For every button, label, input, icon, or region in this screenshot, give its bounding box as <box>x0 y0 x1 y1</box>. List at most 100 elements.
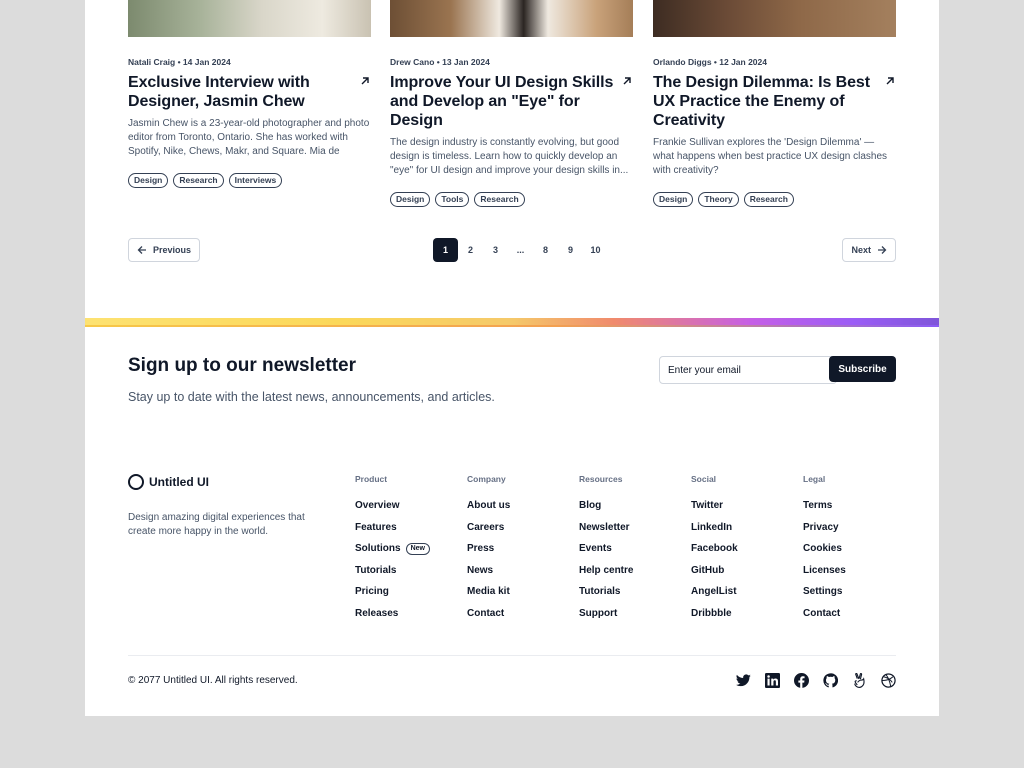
footer-link[interactable]: Careers <box>467 517 567 539</box>
logo[interactable]: Untitled UI <box>128 474 209 490</box>
blog-card[interactable]: Natali Craig • 14 Jan 2024 Exclusive Int… <box>128 0 371 188</box>
footer-link[interactable]: Tutorials <box>355 560 455 582</box>
page: Natali Craig • 14 Jan 2024 Exclusive Int… <box>85 0 939 716</box>
footer-link[interactable]: Releases <box>355 603 455 625</box>
logo-mark-icon <box>128 474 144 490</box>
email-input[interactable] <box>659 356 837 384</box>
previous-label: Previous <box>153 245 192 255</box>
footer-column-social: Social Twitter LinkedIn Facebook GitHub … <box>691 474 791 624</box>
card-meta: Drew Cano • 13 Jan 2024 <box>390 57 490 67</box>
subscribe-button[interactable]: Subscribe <box>829 356 896 382</box>
page-number[interactable]: 2 <box>458 238 483 262</box>
page-number[interactable]: 10 <box>583 238 608 262</box>
tag[interactable]: Research <box>743 192 794 207</box>
column-heading: Resources <box>579 474 623 484</box>
link-label: Contact <box>803 607 841 619</box>
tag[interactable]: Design <box>390 192 431 207</box>
footer-link[interactable]: Support <box>579 603 679 625</box>
footer-link[interactable]: Overview <box>355 495 455 517</box>
next-label: Next <box>851 245 871 255</box>
link-label: Dribbble <box>691 607 732 619</box>
footer-link[interactable]: Help centre <box>579 560 679 582</box>
footer-link[interactable]: GitHub <box>691 560 791 582</box>
footer-link[interactable]: Licenses <box>803 560 903 582</box>
footer-link[interactable]: Settings <box>803 581 903 603</box>
footer-link[interactable]: Tutorials <box>579 581 679 603</box>
footer-link[interactable]: Pricing <box>355 581 455 603</box>
blog-cards: Natali Craig • 14 Jan 2024 Exclusive Int… <box>128 0 896 207</box>
card-tags: Design Theory Research <box>653 192 896 207</box>
footer-link[interactable]: Media kit <box>467 581 567 603</box>
footer-link[interactable]: About us <box>467 495 567 517</box>
next-button[interactable]: Next <box>842 238 896 262</box>
footer-link[interactable]: Features <box>355 517 455 539</box>
footer-link[interactable]: LinkedIn <box>691 517 791 539</box>
link-label: GitHub <box>691 564 725 576</box>
card-title[interactable]: Improve Your UI Design Skills and Develo… <box>390 73 615 130</box>
card-image[interactable] <box>128 0 371 37</box>
linkedin-icon[interactable] <box>765 673 780 688</box>
page-number-current[interactable]: 1 <box>433 238 458 262</box>
page-number[interactable]: 9 <box>558 238 583 262</box>
arrow-left-icon <box>137 246 146 254</box>
footer-link[interactable]: Facebook <box>691 538 791 560</box>
footer-link[interactable]: News <box>467 560 567 582</box>
link-label: LinkedIn <box>691 521 733 533</box>
footer-link[interactable]: Newsletter <box>579 517 679 539</box>
arrow-up-right-icon[interactable] <box>884 75 896 87</box>
facebook-icon[interactable] <box>794 673 809 688</box>
arrow-up-right-icon[interactable] <box>621 75 633 87</box>
footer-column-product: Product Overview Features Solutions New T… <box>355 474 455 624</box>
tag[interactable]: Design <box>128 173 169 188</box>
tag[interactable]: Tools <box>435 192 470 207</box>
link-label: Media kit <box>467 586 510 598</box>
link-label: Solutions <box>355 543 401 555</box>
copyright: © 2077 Untitled UI. All rights reserved. <box>128 675 298 686</box>
card-image[interactable] <box>653 0 896 37</box>
page-number[interactable]: 8 <box>533 238 558 262</box>
twitter-icon[interactable] <box>736 673 751 688</box>
footer-link[interactable]: Contact <box>803 603 903 625</box>
footer-link[interactable]: Events <box>579 538 679 560</box>
link-label: Releases <box>355 607 399 619</box>
link-label: Features <box>355 521 397 533</box>
footer-link[interactable]: Contact <box>467 603 567 625</box>
footer-link[interactable]: Dribbble <box>691 603 791 625</box>
blog-card[interactable]: Orlando Diggs • 12 Jan 2024 The Design D… <box>653 0 896 207</box>
card-image[interactable] <box>390 0 633 37</box>
footer-column-resources: Resources Blog Newsletter Events Help ce… <box>579 474 679 624</box>
footer-link[interactable]: Press <box>467 538 567 560</box>
footer-link[interactable]: AngelList <box>691 581 791 603</box>
blog-card[interactable]: Drew Cano • 13 Jan 2024 Improve Your UI … <box>390 0 633 207</box>
tag[interactable]: Design <box>653 192 694 207</box>
gradient-divider <box>85 318 939 327</box>
column-heading: Legal <box>803 474 826 484</box>
page-ellipsis: ... <box>516 245 525 255</box>
tag[interactable]: Theory <box>698 192 739 207</box>
new-badge: New <box>405 542 430 555</box>
card-description: Frankie Sullivan explores the 'Design Di… <box>653 137 888 176</box>
tag[interactable]: Research <box>173 173 224 188</box>
dribbble-icon[interactable] <box>881 673 896 688</box>
footer-link[interactable]: Solutions New <box>355 538 455 560</box>
footer-link[interactable]: Cookies <box>803 538 903 560</box>
link-label: Events <box>579 543 612 555</box>
previous-button[interactable]: Previous <box>128 238 201 262</box>
footer-link[interactable]: Privacy <box>803 517 903 539</box>
link-label: Settings <box>803 586 843 598</box>
pagination: Previous 1 2 3 ... 8 9 10 Next <box>128 238 896 262</box>
card-meta: Orlando Diggs • 12 Jan 2024 <box>653 57 767 67</box>
footer-link[interactable]: Twitter <box>691 495 791 517</box>
link-label: Tutorials <box>355 564 397 576</box>
angellist-icon[interactable] <box>852 673 867 688</box>
link-label: Overview <box>355 500 400 512</box>
footer-link[interactable]: Terms <box>803 495 903 517</box>
footer-link[interactable]: Blog <box>579 495 679 517</box>
github-icon[interactable] <box>823 673 838 688</box>
card-title[interactable]: Exclusive Interview with Designer, Jasmi… <box>128 73 353 111</box>
card-title[interactable]: The Design Dilemma: Is Best UX Practice … <box>653 73 878 130</box>
tag[interactable]: Research <box>474 192 525 207</box>
page-number[interactable]: 3 <box>483 238 508 262</box>
arrow-up-right-icon[interactable] <box>359 75 371 87</box>
tag[interactable]: Interviews <box>228 173 283 188</box>
